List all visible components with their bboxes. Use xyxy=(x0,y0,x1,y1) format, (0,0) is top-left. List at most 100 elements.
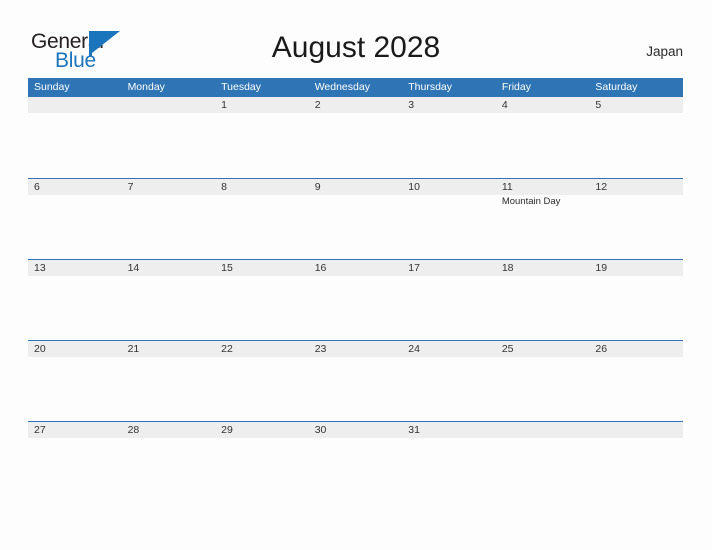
day-cell[interactable]: 21 xyxy=(122,341,216,421)
day-events xyxy=(34,357,122,358)
day-cell[interactable]: 17 xyxy=(402,260,496,340)
day-events xyxy=(408,276,496,277)
day-number: 24 xyxy=(408,343,420,355)
country-label: Japan xyxy=(646,44,683,59)
day-number: 14 xyxy=(127,262,140,274)
day-cell[interactable]: 14 xyxy=(122,260,216,340)
day-events xyxy=(408,438,496,439)
day-number: 20 xyxy=(34,343,46,355)
day-cell[interactable]: 28 xyxy=(122,422,216,502)
day-cell-empty xyxy=(122,97,216,177)
day-number xyxy=(502,422,590,438)
day-number: 13 xyxy=(34,262,46,274)
calendar-week-row: 1 2 3 4 5 xyxy=(28,97,683,178)
day-cell[interactable]: 18 xyxy=(496,260,590,340)
day-events xyxy=(34,438,122,439)
day-cell-empty xyxy=(28,97,122,177)
day-cell[interactable]: 15 xyxy=(215,260,309,340)
week-cells: 27 28 29 30 31 xyxy=(28,422,683,502)
day-events xyxy=(502,276,590,277)
day-cell[interactable]: 16 xyxy=(309,260,403,340)
day-cell[interactable]: 2 xyxy=(309,97,403,177)
day-events xyxy=(34,113,122,114)
day-number xyxy=(34,97,122,113)
day-cell[interactable]: 1 xyxy=(215,97,309,177)
day-number: 19 xyxy=(595,262,608,274)
day-cell[interactable]: 10 xyxy=(402,179,496,259)
calendar-page: General Blue August 2028 Japan Sunday Mo… xyxy=(0,0,712,550)
day-number: 1 xyxy=(221,99,227,111)
week-cells: 20 21 22 23 24 25 26 xyxy=(28,341,683,421)
day-events xyxy=(221,357,309,358)
day-number: 28 xyxy=(127,424,140,436)
day-cell[interactable]: 8 xyxy=(215,179,309,259)
calendar-week-row: 13 14 15 16 17 18 19 xyxy=(28,259,683,340)
day-cell[interactable]: 26 xyxy=(589,341,683,421)
day-cell[interactable]: 7 xyxy=(122,179,216,259)
day-cell[interactable]: 31 xyxy=(402,422,496,502)
day-events xyxy=(502,113,590,114)
day-events xyxy=(221,438,309,439)
day-number: 25 xyxy=(501,343,514,355)
holiday-event-label: Mountain Day xyxy=(501,196,561,207)
day-number: 21 xyxy=(127,343,140,355)
day-number: 18 xyxy=(501,262,514,274)
day-number: 6 xyxy=(34,181,40,193)
day-events xyxy=(595,438,683,439)
day-number: 22 xyxy=(221,343,233,355)
day-cell[interactable]: 27 xyxy=(28,422,122,502)
day-cell[interactable]: 3 xyxy=(402,97,496,177)
day-number: 10 xyxy=(408,181,420,193)
day-events xyxy=(315,438,403,439)
day-events xyxy=(408,113,496,114)
day-number: 2 xyxy=(314,99,321,111)
day-cell[interactable]: 4 xyxy=(496,97,590,177)
day-cell[interactable]: 20 xyxy=(28,341,122,421)
day-number: 16 xyxy=(314,262,327,274)
week-cells: 6 7 8 9 10 11 Mountain Day 12 xyxy=(28,179,683,259)
day-cell[interactable]: 13 xyxy=(28,260,122,340)
day-number: 26 xyxy=(595,343,608,355)
day-cell[interactable]: 30 xyxy=(309,422,403,502)
page-title: August 2028 xyxy=(271,31,441,64)
day-events xyxy=(502,438,590,439)
day-cell[interactable]: 25 xyxy=(496,341,590,421)
calendar-week-row: 6 7 8 9 10 11 Mountain Day 12 xyxy=(28,178,683,259)
weekday-header-row: Sunday Monday Tuesday Wednesday Thursday… xyxy=(28,78,683,97)
day-events xyxy=(34,276,122,277)
day-events xyxy=(408,357,496,358)
day-cell[interactable]: 23 xyxy=(309,341,403,421)
day-cell[interactable]: 24 xyxy=(402,341,496,421)
day-cell[interactable]: 9 xyxy=(309,179,403,259)
day-cell[interactable]: 22 xyxy=(215,341,309,421)
day-cell[interactable]: 19 xyxy=(589,260,683,340)
day-cell[interactable]: 29 xyxy=(215,422,309,502)
day-number: 31 xyxy=(408,424,420,436)
day-cell-empty xyxy=(589,422,683,502)
weekday-header-thursday: Thursday xyxy=(408,81,453,93)
page-header: General Blue August 2028 Japan xyxy=(0,0,712,76)
day-events xyxy=(221,276,309,277)
day-number: 27 xyxy=(34,424,46,436)
day-number xyxy=(128,97,216,113)
day-number: 11 xyxy=(501,181,513,193)
weekday-header-sunday: Sunday xyxy=(34,81,70,93)
day-events xyxy=(128,438,216,439)
day-number: 30 xyxy=(314,424,327,436)
day-events xyxy=(502,357,590,358)
week-cells: 13 14 15 16 17 18 19 xyxy=(28,260,683,340)
day-number: 7 xyxy=(127,181,134,193)
day-cell[interactable]: 5 xyxy=(589,97,683,177)
day-events xyxy=(128,276,216,277)
day-events xyxy=(595,195,683,196)
day-cell[interactable]: 12 xyxy=(589,179,683,259)
weekday-header-monday: Monday xyxy=(127,81,165,93)
day-events xyxy=(128,195,216,196)
day-events xyxy=(315,195,403,196)
day-number: 23 xyxy=(314,343,327,355)
day-events xyxy=(408,195,496,196)
weekday-header-friday: Friday xyxy=(501,81,531,93)
day-cell[interactable]: 6 xyxy=(28,179,122,259)
day-events xyxy=(315,276,403,277)
day-cell[interactable]: 11 Mountain Day xyxy=(496,179,590,259)
